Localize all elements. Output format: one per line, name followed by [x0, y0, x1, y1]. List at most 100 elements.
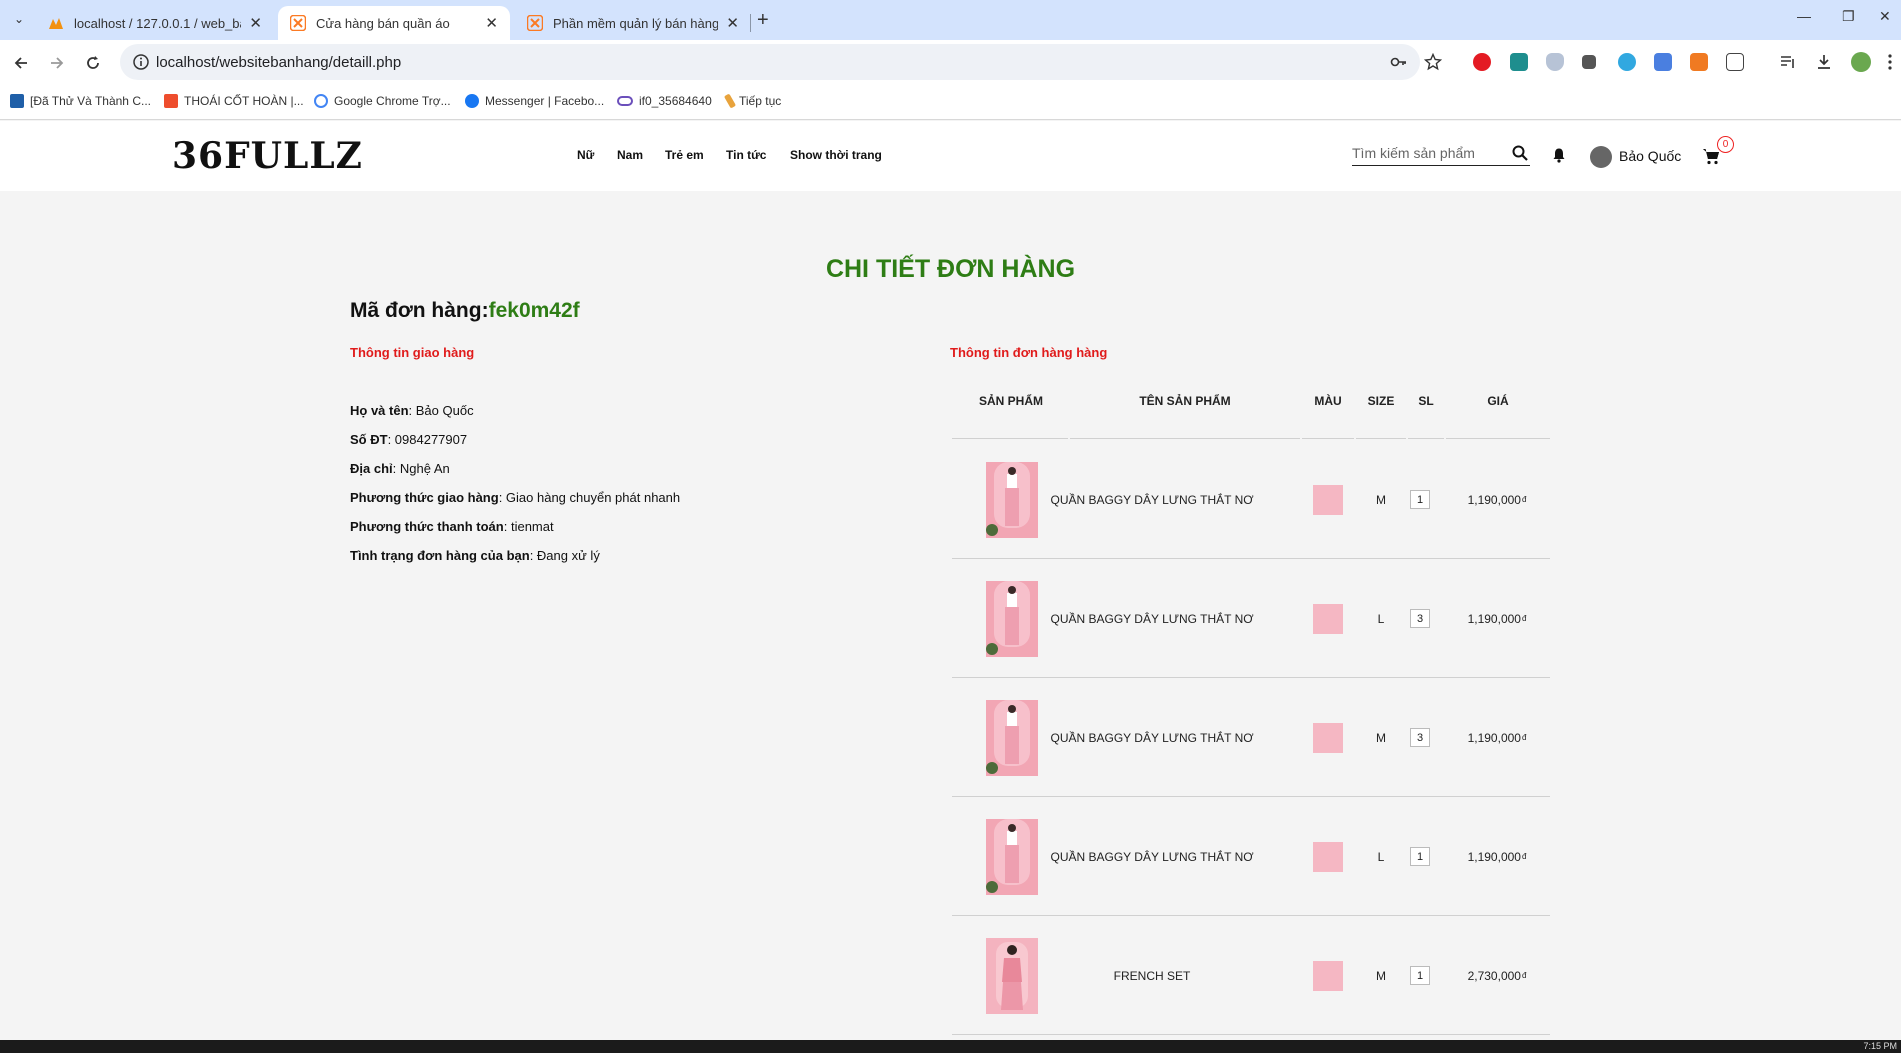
- close-tab-icon[interactable]: ✕: [485, 14, 498, 32]
- url-text: localhost/websitebanhang/detaill.php: [156, 54, 402, 71]
- bookmark-favicon-icon: [10, 94, 24, 108]
- bookmark-item[interactable]: Messenger | Facebo...: [465, 94, 604, 108]
- bookmark-item[interactable]: if0_35684640: [617, 94, 712, 108]
- puzzle-extensions-icon[interactable]: [1726, 53, 1744, 71]
- shield-extension-icon[interactable]: [1546, 53, 1564, 71]
- bookmark-item[interactable]: Google Chrome Trợ...: [314, 94, 451, 108]
- reading-list-icon[interactable]: [1779, 53, 1797, 71]
- username[interactable]: Bảo Quốc: [1619, 148, 1681, 164]
- download-icon[interactable]: [1815, 53, 1833, 71]
- table-rule: [1070, 438, 1300, 439]
- column-header-size: SIZE: [1367, 394, 1395, 408]
- tab-title: localhost / 127.0.0.1 / web_ban: [74, 15, 242, 31]
- product-price: 1,190,000 đ: [1462, 559, 1532, 678]
- nav-item-nu[interactable]: Nữ: [577, 148, 594, 162]
- feather-icon: [723, 93, 737, 109]
- nav-item-show-thoi-trang[interactable]: Show thời trang: [790, 148, 882, 162]
- product-thumbnail[interactable]: [986, 462, 1038, 538]
- back-icon[interactable]: [8, 50, 34, 76]
- kebab-menu-icon[interactable]: [1887, 53, 1893, 71]
- product-name: FRENCH SET: [1113, 968, 1191, 983]
- bookmark-label: THOÁI CỐT HOÀN |...: [184, 94, 304, 108]
- bookmark-label: Messenger | Facebo...: [485, 94, 605, 108]
- bookmark-item[interactable]: [Đã Thử Và Thành C...: [10, 94, 151, 108]
- table-rule: [952, 438, 1068, 439]
- avatar[interactable]: [1590, 146, 1612, 168]
- currency-symbol: đ: [1521, 852, 1527, 861]
- price-value: 1,190,000: [1467, 492, 1521, 507]
- order-code-label: Mã đơn hàng:: [350, 299, 489, 322]
- restore-icon[interactable]: ❐: [1842, 8, 1855, 25]
- opera-extension-icon[interactable]: [1473, 53, 1491, 71]
- address-bar[interactable]: localhost/websitebanhang/detaill.php: [120, 44, 1443, 80]
- column-header-product-name: TÊN SẢN PHẨM: [1139, 394, 1231, 408]
- xampp-icon: [527, 15, 543, 31]
- site-header: 36FULLZ Nữ Nam Trẻ em Tin tức Show thời …: [0, 121, 1901, 191]
- table-row: FRENCH SET M 1 2,730,000 đ: [952, 916, 1550, 1035]
- browser-tab-admin[interactable]: Phần mềm quản lý bán hàng ✕: [515, 6, 751, 40]
- extension-icon[interactable]: [1510, 53, 1528, 71]
- browser-tab-shop[interactable]: Cửa hàng bán quần áo ✕: [278, 6, 510, 40]
- extension-icon[interactable]: [1618, 53, 1636, 71]
- password-key-icon[interactable]: [1390, 53, 1408, 71]
- table-row: QUẦN BAGGY DÂY LƯNG THẮT NƠ M 3 1,190,00…: [952, 678, 1550, 797]
- product-thumbnail[interactable]: [986, 819, 1038, 895]
- color-swatch: [1313, 604, 1343, 634]
- product-thumbnail[interactable]: [986, 700, 1038, 776]
- close-window-icon[interactable]: ✕: [1879, 8, 1891, 25]
- field-value: 0984277907: [394, 432, 468, 447]
- grid-extension-icon[interactable]: [1582, 55, 1596, 69]
- infinity-icon: [617, 96, 633, 106]
- color-swatch: [1313, 961, 1343, 991]
- bookmark-item[interactable]: THOÁI CỐT HOÀN |...: [164, 94, 304, 108]
- bookmark-item[interactable]: Tiếp tục: [723, 93, 781, 109]
- nav-item-nam[interactable]: Nam: [617, 148, 643, 162]
- nav-item-tin-tuc[interactable]: Tin tức: [726, 148, 766, 162]
- product-name: QUẦN BAGGY DÂY LƯNG THẮT NƠ: [1050, 730, 1254, 745]
- close-tab-icon[interactable]: ✕: [726, 14, 739, 32]
- nav-item-tre-em[interactable]: Trẻ em: [665, 148, 704, 162]
- tab-search-button[interactable]: ⌄: [8, 8, 30, 30]
- quantity-box: 3: [1410, 609, 1430, 628]
- product-size: M: [1376, 730, 1386, 745]
- search-icon[interactable]: [1512, 145, 1528, 161]
- new-tab-icon[interactable]: +: [757, 9, 769, 32]
- site-logo[interactable]: 36FULLZ: [172, 135, 363, 177]
- browser-toolbar: localhost/websitebanhang/detaill.php: [0, 40, 1901, 86]
- bookmark-label: Google Chrome Trợ...: [334, 94, 451, 108]
- field-label: Phương thức thanh toán: [350, 519, 504, 534]
- close-tab-icon[interactable]: ✕: [249, 14, 262, 32]
- table-rule: [1356, 438, 1406, 439]
- product-thumbnail[interactable]: [986, 581, 1038, 657]
- currency-symbol: đ: [1521, 614, 1527, 623]
- translate-extension-icon[interactable]: [1654, 53, 1672, 71]
- order-status-line: Tình trạng đơn hàng của bạn: Đang xử lý: [350, 548, 600, 563]
- product-thumbnail[interactable]: [986, 938, 1038, 1014]
- bookmarks-bar: [Đã Thử Và Thành C... THOÁI CỐT HOÀN |..…: [0, 86, 1901, 120]
- price-value: 2,730,000: [1467, 968, 1521, 983]
- phpmyadmin-icon: [48, 15, 64, 31]
- browser-tab-phpmyadmin[interactable]: localhost / 127.0.0.1 / web_ban ✕: [36, 6, 274, 40]
- profile-avatar-icon[interactable]: [1851, 52, 1871, 72]
- product-price: 1,190,000 đ: [1462, 678, 1532, 797]
- extension-icon[interactable]: [1690, 53, 1708, 71]
- product-name: QUẦN BAGGY DÂY LƯNG THẮT NƠ: [1050, 849, 1254, 864]
- minimize-icon[interactable]: —: [1797, 8, 1811, 24]
- field-label: Phương thức giao hàng: [350, 490, 499, 505]
- field-value: Bảo Quốc: [415, 403, 474, 418]
- forward-icon[interactable]: [44, 50, 70, 76]
- row-divider: [952, 1034, 1550, 1035]
- site-info-icon[interactable]: [132, 53, 150, 71]
- currency-symbol: đ: [1521, 495, 1527, 504]
- taskbar-clock: 7:15 PM: [1863, 1041, 1897, 1051]
- reload-icon[interactable]: [80, 50, 106, 76]
- cart-icon[interactable]: [1702, 147, 1720, 165]
- bookmark-star-icon[interactable]: [1423, 52, 1443, 71]
- shipping-name-line: Họ và tên: Bảo Quốc: [350, 403, 474, 418]
- search-input[interactable]: Tìm kiếm sản phẩm: [1352, 142, 1530, 166]
- bell-icon[interactable]: [1551, 147, 1567, 163]
- order-info-title: Thông tin đơn hàng hàng: [950, 345, 1108, 360]
- field-label: Số ĐT: [350, 432, 388, 447]
- browser-tab-strip: ⌄ localhost / 127.0.0.1 / web_ban ✕ Cửa …: [0, 0, 1901, 40]
- quantity-box: 1: [1410, 490, 1430, 509]
